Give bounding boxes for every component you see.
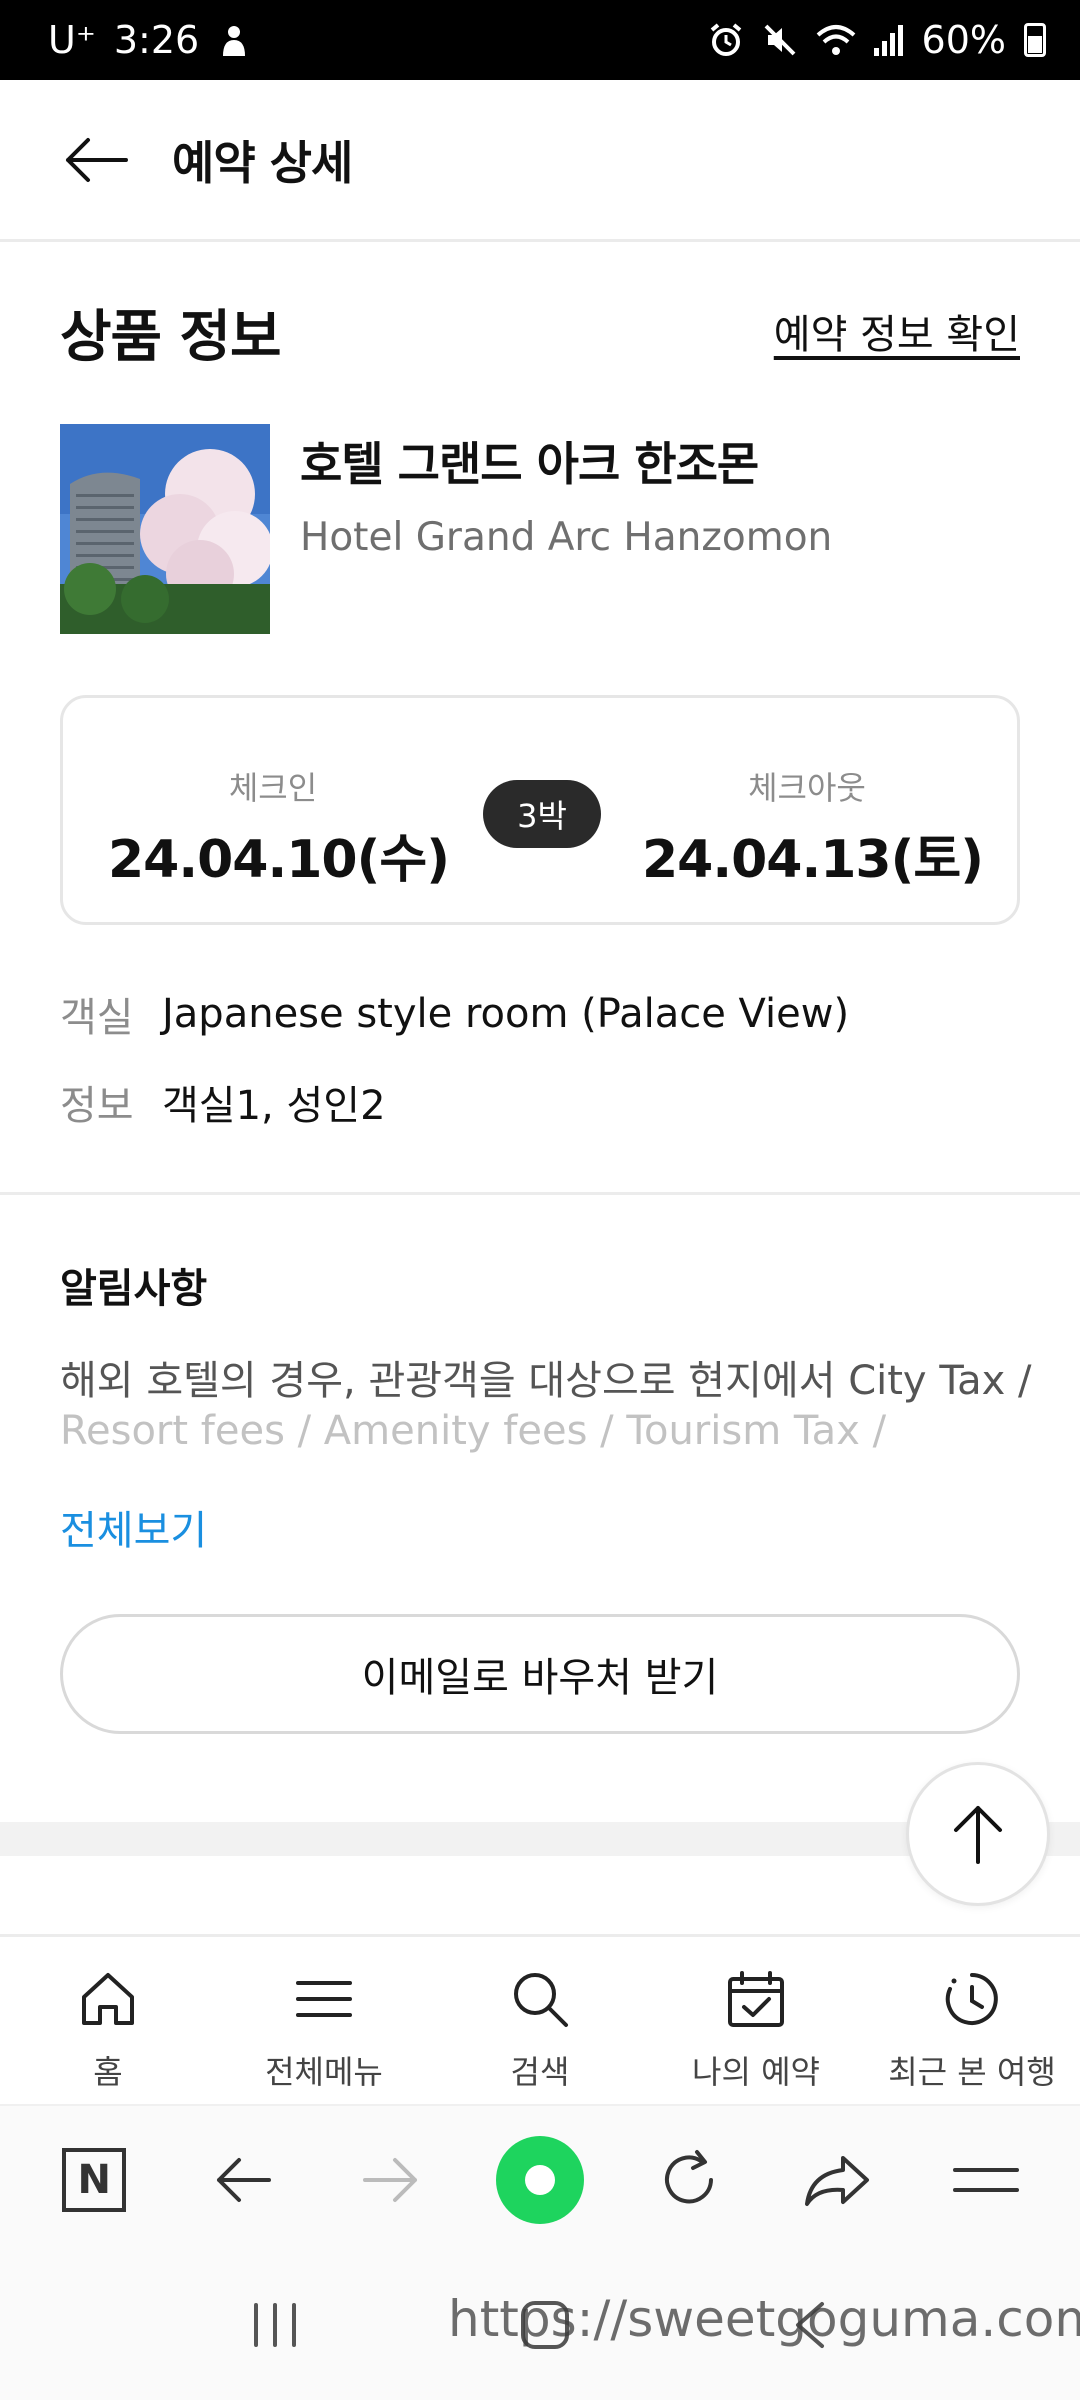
- mute-icon: [762, 22, 798, 58]
- hamburger-icon: [952, 2168, 1019, 2192]
- hotel-name-korean: 호텔 그랜드 아크 한조몬: [300, 437, 759, 491]
- browser-forward-button[interactable]: [341, 2130, 441, 2230]
- refresh-icon: [664, 2150, 713, 2204]
- checkout-date: 24.04.13(토): [642, 830, 984, 890]
- recent-apps-icon: [253, 2303, 296, 2347]
- wifi-icon: [816, 23, 856, 57]
- checkin-date: 24.04.10(수): [108, 830, 450, 890]
- browser-menu-button[interactable]: [936, 2130, 1036, 2230]
- product-section-title: 상품 정보: [60, 305, 282, 370]
- search-icon: [506, 1965, 574, 2033]
- watermark-text: https://sweetgoguma.com: [448, 2290, 1080, 2348]
- calendar-check-icon: [722, 1965, 790, 2033]
- checkin-label: 체크인: [228, 769, 318, 807]
- nav-label-search: 검색: [510, 2053, 570, 2091]
- checkin-block: 체크인 24.04.10(수): [108, 698, 450, 922]
- nav-item-menu[interactable]: 전체메뉴: [216, 1937, 432, 2104]
- page: U⁺ 3:26 60% 예약 상세 상품 정보 예약 정보 확인 호텔 그랜드 …: [0, 0, 1080, 2400]
- room-value: Japanese style room (Palace View): [162, 991, 850, 1037]
- status-time: 3:26: [113, 18, 200, 62]
- checkout-block: 체크아웃 24.04.13(토): [642, 698, 984, 922]
- browser-toolbar: N: [0, 2104, 1080, 2254]
- status-bar: U⁺ 3:26 60%: [0, 0, 1080, 80]
- nav-item-recent-trips[interactable]: 최근 본 여행: [864, 1937, 1080, 2104]
- hotel-photo: [60, 424, 270, 634]
- notification-icon: [217, 22, 251, 58]
- nav-item-my-reservation[interactable]: 나의 예약: [648, 1937, 864, 2104]
- notice-text-line1: 해외 호텔의 경우, 관광객을 대상으로 현지에서 City Tax /: [60, 1358, 1032, 1404]
- green-dot-icon: [495, 2136, 584, 2224]
- guest-info-row: 정보 객실1, 성인2: [60, 1073, 386, 1131]
- app-header: 예약 상세: [0, 80, 1080, 242]
- checkout-label: 체크아웃: [748, 769, 866, 807]
- notice-title: 알림사항: [60, 1266, 208, 1312]
- share-button[interactable]: [787, 2130, 887, 2230]
- nav-item-home[interactable]: 홈: [0, 1937, 216, 2104]
- nav-label-home: 홈: [93, 2053, 123, 2091]
- reservation-info-link[interactable]: 예약 정보 확인: [774, 302, 1020, 360]
- naver-logo-icon: N: [62, 2148, 127, 2212]
- status-left: U⁺ 3:26: [48, 18, 251, 62]
- green-dot-button[interactable]: [490, 2130, 590, 2230]
- nav-label-recent-trips: 최근 본 여행: [888, 2053, 1056, 2091]
- email-voucher-button[interactable]: 이메일로 바우처 받기: [60, 1614, 1020, 1734]
- nights-badge: 3박: [483, 780, 601, 848]
- share-icon: [805, 2156, 870, 2206]
- page-title: 예약 상세: [172, 135, 353, 190]
- bottom-nav: 홈 전체메뉴 검색 나의 예약 최근 본 여행: [0, 1934, 1080, 2104]
- arrow-up-icon: [954, 1806, 1002, 1864]
- signal-icon: [873, 24, 904, 56]
- view-all-link[interactable]: 전체보기: [60, 1498, 207, 1556]
- section-divider: [0, 1192, 1080, 1195]
- clock-icon: [938, 1965, 1006, 2033]
- naver-home-button[interactable]: N: [44, 2130, 144, 2230]
- room-row: 객실 Japanese style room (Palace View): [60, 985, 849, 1043]
- back-button[interactable]: [60, 124, 132, 196]
- menu-icon: [290, 1965, 358, 2033]
- stay-dates-card: 체크인 24.04.10(수) 3박 체크아웃 24.04.13(토): [60, 695, 1020, 925]
- nav-item-search[interactable]: 검색: [432, 1937, 648, 2104]
- browser-back-button[interactable]: [193, 2130, 293, 2230]
- battery-icon: [1024, 23, 1046, 57]
- room-label: 객실: [60, 995, 134, 1041]
- arrow-left-icon: [216, 2158, 271, 2202]
- nav-label-my-reservation: 나의 예약: [692, 2053, 820, 2091]
- hotel-name-english: Hotel Grand Arc Hanzomon: [300, 515, 833, 560]
- carrier-label: U⁺: [48, 18, 96, 62]
- info-label: 정보: [60, 1083, 134, 1129]
- refresh-button[interactable]: [639, 2130, 739, 2230]
- arrow-left-icon: [66, 137, 128, 182]
- nav-label-menu: 전체메뉴: [265, 2053, 383, 2091]
- recent-apps-button[interactable]: [250, 2301, 300, 2353]
- home-icon: [74, 1965, 142, 2033]
- notice-text-line2: Resort fees / Amenity fees / Tourism Tax…: [60, 1408, 887, 1454]
- status-right: 60%: [708, 18, 1046, 62]
- battery-percent: 60%: [921, 18, 1006, 62]
- scroll-to-top-button[interactable]: [906, 1762, 1050, 1906]
- info-value: 객실1, 성인2: [162, 1083, 386, 1129]
- arrow-right-icon: [363, 2158, 418, 2202]
- alarm-icon: [708, 22, 744, 58]
